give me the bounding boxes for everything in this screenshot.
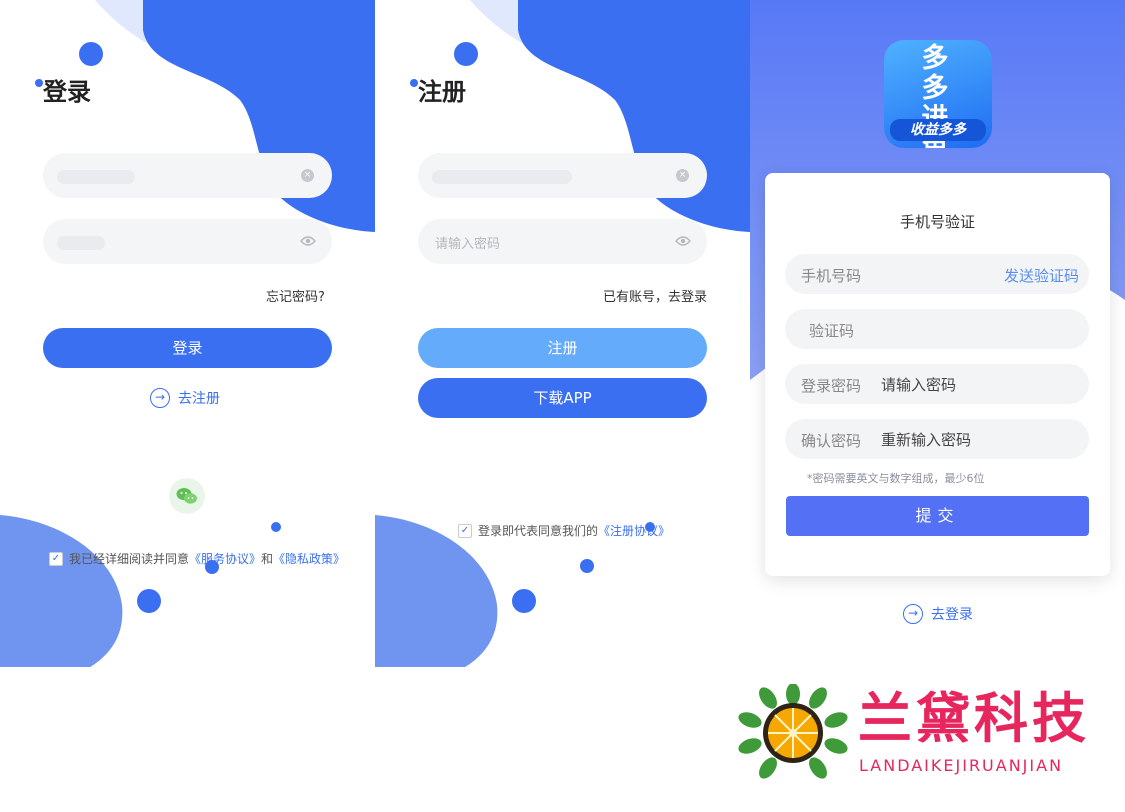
watermark-logo [738, 684, 848, 779]
watermark-pinyin: LANDAIKEJIRUANJIAN [859, 756, 1064, 775]
agree-and: 和 [261, 552, 274, 566]
password-placeholder: 请输入密码 [435, 237, 501, 252]
password-field[interactable]: 登录密码 请输入密码 [785, 364, 1089, 404]
decor-dot [512, 589, 536, 613]
register-screen: 注册 × 请输入密码 已有账号，去登录 注册 下载APP ✓ 登录即代表同意我们… [375, 0, 750, 667]
decor-dot [580, 559, 594, 573]
app-logo-slogan: 收益多多 [890, 119, 986, 141]
bottom-decor-blob [0, 515, 123, 667]
phone-verify-screen: 多多进鱼 收益多多 手机号验证 手机号码 发送验证码 验证码 登录密码 请输入密… [750, 0, 1125, 667]
privacy-policy-link[interactable]: 《隐私政策》 [273, 550, 345, 567]
page-title: 登录 [43, 78, 91, 106]
go-register-label: 去注册 [178, 391, 220, 407]
decor-dot [410, 79, 418, 87]
confirm-password-field[interactable]: 确认密码 重新输入密码 [785, 419, 1089, 459]
eye-icon[interactable] [675, 235, 691, 247]
phone-field[interactable]: × [418, 153, 707, 198]
watermark-name: 兰黛科技 [858, 687, 1090, 750]
top-decor-blob [95, 0, 375, 232]
arrow-right-icon: → [150, 388, 170, 408]
confirm-password-label: 确认密码 [801, 432, 862, 450]
top-decor-blob [470, 0, 750, 232]
decor-dot [79, 42, 103, 66]
login-button[interactable]: 登录 [43, 328, 332, 368]
password-hint: *密码需要英文与数字组成，最少6位 [807, 472, 985, 485]
clear-icon[interactable]: × [676, 169, 689, 182]
eye-icon[interactable] [300, 235, 316, 247]
have-account-link[interactable]: 已有账号，去登录 [603, 286, 707, 305]
password-field[interactable] [43, 219, 332, 264]
phone-label: 手机号码 [801, 267, 862, 285]
login-screen: 登录 × 忘记密码? 登录 → 去注册 ✓ 我已经详细阅读并同意 《服务协议》 … [0, 0, 375, 667]
download-app-button[interactable]: 下载APP [418, 378, 707, 418]
code-label: 验证码 [809, 322, 855, 340]
phone-field[interactable]: 手机号码 发送验证码 [785, 254, 1089, 294]
decor-dot [271, 522, 281, 532]
agree-prefix: 登录即代表同意我们的 [478, 524, 599, 538]
decor-dot [137, 589, 161, 613]
password-field[interactable]: 请输入密码 [418, 219, 707, 264]
verify-card: 手机号验证 手机号码 发送验证码 验证码 登录密码 请输入密码 确认密码 重新输… [765, 173, 1110, 576]
password-placeholder: 请输入密码 [881, 376, 957, 394]
decor-dot [35, 79, 43, 87]
register-button[interactable]: 注册 [418, 328, 707, 368]
agree-checkbox[interactable]: ✓ [458, 523, 472, 538]
card-title: 手机号验证 [899, 213, 975, 231]
forgot-password-link[interactable]: 忘记密码? [266, 286, 325, 305]
page-title: 注册 [418, 78, 466, 106]
wechat-login-icon[interactable] [169, 478, 205, 514]
go-login-link[interactable]: → 去登录 [903, 604, 973, 624]
agree-prefix: 我已经详细阅读并同意 [69, 552, 190, 566]
clear-icon[interactable]: × [301, 169, 314, 182]
send-code-button[interactable]: 发送验证码 [1004, 265, 1079, 286]
agree-checkbox[interactable]: ✓ [49, 551, 63, 566]
go-login-label: 去登录 [931, 607, 973, 623]
register-agreement-link[interactable]: 《注册协议》 [598, 522, 670, 539]
password-label: 登录密码 [801, 377, 862, 395]
agreement-row: ✓ 我已经详细阅读并同意 《服务协议》 和 《隐私政策》 [49, 550, 345, 567]
agreement-row: ✓ 登录即代表同意我们的 《注册协议》 [458, 522, 670, 539]
username-field[interactable]: × [43, 153, 332, 198]
arrow-right-icon: → [903, 604, 923, 624]
service-agreement-link[interactable]: 《服务协议》 [189, 550, 261, 567]
confirm-password-placeholder: 重新输入密码 [881, 431, 972, 449]
app-logo: 多多进鱼 收益多多 [884, 40, 992, 148]
submit-button[interactable]: 提交 [786, 496, 1089, 536]
code-field[interactable]: 验证码 [785, 309, 1089, 349]
decor-dot [454, 42, 478, 66]
go-register-link[interactable]: → 去注册 [150, 388, 220, 408]
